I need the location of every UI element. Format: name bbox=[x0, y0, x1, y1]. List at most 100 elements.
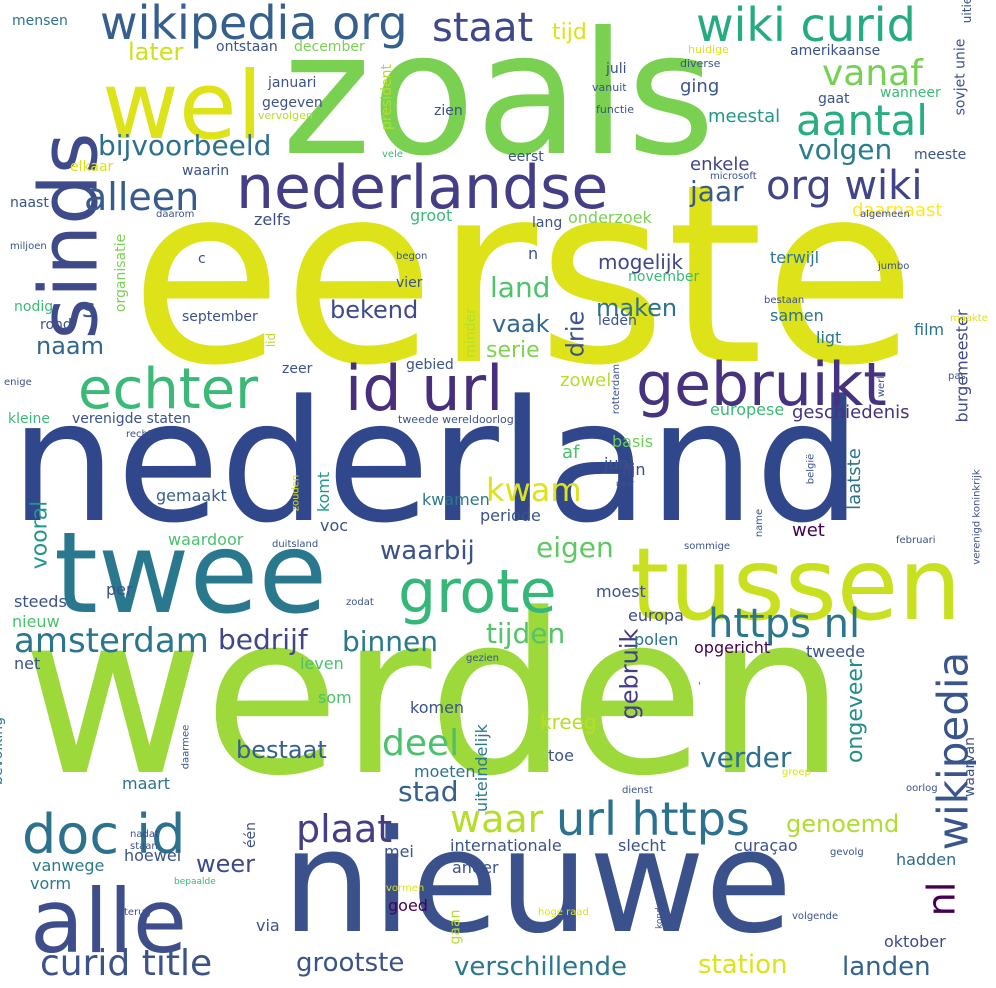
cloud-word-gezien: gezien bbox=[466, 653, 500, 664]
cloud-word-februari: februari bbox=[896, 535, 936, 546]
cloud-word-rond: rond bbox=[40, 317, 72, 333]
cloud-word-af: af bbox=[562, 442, 580, 463]
cloud-word-lid: lid bbox=[264, 332, 279, 348]
cloud-word-sommige: sommige bbox=[684, 541, 731, 552]
cloud-word-wanneer: wanneer bbox=[880, 85, 941, 101]
cloud-word-leven: leven bbox=[300, 654, 344, 673]
cloud-word-bestaat: bestaat bbox=[236, 736, 327, 764]
cloud-word-bevolking: bevolking bbox=[0, 717, 6, 785]
cloud-word-later: later bbox=[128, 38, 184, 66]
cloud-word-binnen: binnen bbox=[342, 625, 439, 658]
cloud-word-weer: weer bbox=[196, 850, 256, 878]
cloud-word-tijden: tijden bbox=[486, 617, 566, 650]
cloud-word-miljoen: miljoen bbox=[10, 241, 47, 252]
cloud-word-belgie: belgië bbox=[805, 453, 817, 485]
cloud-word-gaan: gaan bbox=[447, 909, 464, 945]
cloud-word-echter: echter bbox=[78, 357, 259, 422]
cloud-word-kwam: kwam bbox=[486, 471, 582, 509]
cloud-word-som: som bbox=[318, 688, 352, 707]
cloud-word-hadden: hadden bbox=[896, 850, 957, 869]
cloud-word-leden: leden bbox=[598, 313, 637, 329]
cloud-word-president: president bbox=[379, 64, 395, 130]
cloud-word-sovjet-unie: sovjet unie bbox=[952, 38, 969, 116]
cloud-word-naast: naast bbox=[10, 195, 49, 211]
cloud-word-zelfs: zelfs bbox=[254, 210, 291, 229]
cloud-word-opgericht: opgericht bbox=[694, 638, 771, 657]
cloud-word-gemaakt: gemaakt bbox=[156, 486, 227, 505]
cloud-word-zodat: zodat bbox=[346, 597, 374, 608]
cloud-word-terug: terug bbox=[124, 907, 151, 918]
cloud-word-groot: groot bbox=[410, 206, 453, 225]
cloud-word-nl: nl bbox=[919, 881, 964, 917]
cloud-word-stad: stad bbox=[398, 775, 459, 808]
word-cloud: eerste nederland werden zoals nieuwe twe… bbox=[0, 0, 996, 988]
cloud-word-november: november bbox=[628, 269, 700, 285]
cloud-word-s: s bbox=[82, 294, 96, 324]
cloud-word-microsoft: microsoft bbox=[710, 171, 757, 182]
cloud-word-plaat: plaat bbox=[296, 807, 393, 851]
cloud-word-staan: staan bbox=[130, 841, 158, 852]
cloud-word-drie: drie bbox=[561, 310, 590, 358]
cloud-word-name: name bbox=[754, 508, 766, 538]
cloud-word-recht: recht bbox=[126, 429, 152, 440]
cloud-word-polen: polen bbox=[634, 630, 679, 649]
cloud-word-moest: moest bbox=[596, 582, 646, 601]
cloud-word-jaar: jaar bbox=[690, 175, 744, 208]
cloud-word-nadat: nadat bbox=[130, 829, 159, 840]
cloud-word-groep: groep bbox=[782, 767, 811, 778]
cloud-word-internationale: internationale bbox=[450, 836, 562, 855]
cloud-word-via: via bbox=[256, 916, 280, 935]
cloud-word-genoemd: genoemd bbox=[786, 810, 900, 838]
cloud-word-curacao: curaçao bbox=[734, 836, 798, 855]
cloud-word-naar: naar bbox=[616, 479, 635, 488]
cloud-word-konden: konden bbox=[655, 895, 666, 930]
cloud-word-ontstaan: ontstaan bbox=[216, 39, 278, 55]
cloud-word-lang: lang bbox=[532, 215, 563, 231]
cloud-word-daarmee: daarmee bbox=[180, 724, 192, 770]
cloud-word-goed: goed bbox=[388, 896, 428, 915]
cloud-word-pas: pas bbox=[948, 371, 966, 382]
cloud-word-n: n bbox=[528, 244, 539, 263]
cloud-word-hoge-raad: hoge raad bbox=[538, 907, 589, 918]
cloud-word-eerst: eerst bbox=[508, 149, 544, 165]
cloud-word-europese: europese bbox=[710, 400, 785, 419]
cloud-word-daarom: daarom bbox=[156, 209, 195, 220]
cloud-word-december: december bbox=[294, 39, 365, 55]
cloud-word-ongeveer: ongeveer bbox=[843, 658, 869, 764]
cloud-word-waar: waar bbox=[450, 797, 544, 841]
cloud-word-europa: europa bbox=[628, 606, 684, 625]
cloud-word-huidige: huidige bbox=[688, 43, 729, 56]
cloud-word-bepaalde: bepaalde bbox=[174, 877, 216, 887]
cloud-word-uiteindelijk: uiteindelijk bbox=[471, 724, 491, 812]
cloud-word-apostrophe: ' bbox=[698, 681, 701, 692]
cloud-word-algemeen: algemeen bbox=[860, 209, 910, 220]
cloud-word-maart: maart bbox=[122, 774, 171, 793]
cloud-word-film: film bbox=[914, 320, 945, 339]
cloud-word-wet: wet bbox=[792, 520, 825, 541]
cloud-word-zeer: zeer bbox=[282, 361, 313, 377]
cloud-word-minder: minder bbox=[462, 308, 479, 358]
cloud-word-land: land bbox=[490, 271, 551, 304]
cloud-word-moeten: moeten bbox=[414, 762, 476, 781]
cloud-word-komen: komen bbox=[410, 698, 465, 717]
cloud-word-dienst: dienst bbox=[622, 785, 653, 796]
cloud-word-jumbo: jumbo bbox=[878, 261, 910, 272]
cloud-word-vorm: vorm bbox=[30, 874, 72, 893]
cloud-word-station: station bbox=[698, 950, 788, 980]
cloud-word-gegeven: gegeven bbox=[262, 95, 323, 111]
cloud-word-elkaar: elkaar bbox=[70, 159, 114, 175]
cloud-word-mei: mei bbox=[384, 842, 414, 861]
cloud-word-bijvoorbeeld: bijvoorbeeld bbox=[98, 129, 272, 162]
cloud-word-per: per bbox=[106, 580, 133, 599]
cloud-word-bestaan: bestaan bbox=[764, 295, 805, 306]
cloud-word-verenigd-koninkrijk: verenigd koninkrijk bbox=[971, 469, 983, 565]
cloud-word-periode: periode bbox=[480, 506, 541, 525]
cloud-word-verschillende: verschillende bbox=[454, 952, 628, 982]
cloud-word-landen: landen bbox=[842, 952, 931, 982]
cloud-word-ligt: ligt bbox=[816, 328, 842, 347]
cloud-word-oktober: oktober bbox=[884, 932, 946, 951]
cloud-word-nieuw: nieuw bbox=[12, 612, 60, 631]
cloud-word-staat: staat bbox=[432, 5, 534, 51]
cloud-word-zowel: zowel bbox=[560, 370, 612, 391]
cloud-word-verenigde-staten: verenigde staten bbox=[72, 411, 191, 427]
